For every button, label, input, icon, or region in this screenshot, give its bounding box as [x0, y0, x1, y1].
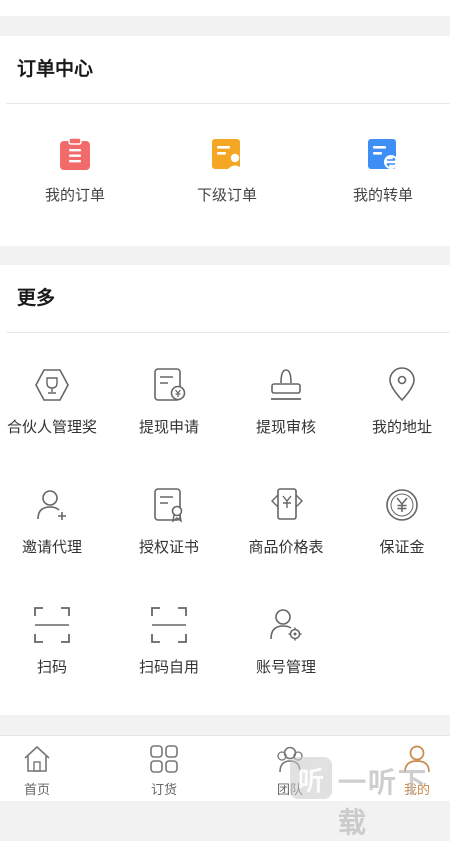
tab-home-label: 首页 — [23, 783, 50, 798]
watermark-logo-char: 听 — [297, 767, 324, 797]
divider — [6, 332, 450, 333]
tab-home[interactable]: 首页 — [1, 744, 73, 798]
top-card — [0, 0, 450, 16]
my-transfers-button[interactable]: 我的转单 — [308, 136, 450, 205]
more-title: 更多 — [17, 287, 56, 309]
scan-icon — [34, 607, 70, 643]
certificate-icon — [154, 488, 183, 523]
scan-label: 扫码 — [36, 658, 67, 676]
my-transfers-label: 我的转单 — [352, 186, 413, 204]
divider — [6, 103, 450, 104]
withdraw-request-label: 提现申请 — [138, 418, 199, 436]
scan-button[interactable]: 扫码 — [0, 605, 108, 677]
auth-certificate-label: 授权证书 — [138, 538, 199, 556]
my-orders-button[interactable]: 我的订单 — [0, 136, 150, 205]
price-list-button[interactable]: 商品价格表 — [230, 485, 342, 557]
grid-icon — [150, 745, 178, 773]
sub-orders-label: 下级订单 — [196, 186, 257, 204]
my-address-label: 我的地址 — [371, 418, 432, 436]
price-list-label: 商品价格表 — [248, 538, 324, 556]
watermark: 听 一听下载 — [290, 757, 450, 839]
home-icon — [24, 745, 50, 772]
order-center-title: 订单中心 — [17, 58, 94, 80]
clipboard-icon — [60, 137, 90, 170]
account-management-button[interactable]: 账号管理 — [230, 605, 342, 677]
scan-self-use-label: 扫码自用 — [138, 658, 199, 676]
add-user-icon — [37, 490, 66, 520]
partner-bonus-label: 合伙人管理奖 — [6, 418, 97, 436]
invite-agent-button[interactable]: 邀请代理 — [0, 485, 108, 557]
scan-self-use-button[interactable]: 扫码自用 — [113, 605, 225, 677]
account-settings-icon — [270, 609, 302, 641]
tab-order-goods-label: 订货 — [150, 783, 177, 798]
watermark-text: 一听下载 — [338, 766, 429, 839]
withdraw-review-button[interactable]: 提现审核 — [230, 365, 342, 437]
deposit-label: 保证金 — [379, 538, 425, 556]
my-orders-label: 我的订单 — [44, 186, 105, 204]
withdraw-review-label: 提现审核 — [255, 418, 316, 436]
scan-self-icon — [151, 607, 187, 643]
account-management-label: 账号管理 — [255, 658, 316, 676]
transfer-document-icon — [368, 139, 398, 169]
trophy-icon — [35, 369, 69, 401]
invite-agent-label: 邀请代理 — [21, 538, 82, 556]
stamp-icon — [271, 369, 301, 400]
auth-certificate-button[interactable]: 授权证书 — [113, 485, 225, 557]
tab-order-goods[interactable]: 订货 — [128, 744, 200, 798]
withdraw-request-icon — [154, 368, 186, 401]
price-list-icon — [271, 488, 303, 520]
deposit-coin-icon — [386, 489, 418, 521]
sub-orders-button[interactable]: 下级订单 — [152, 136, 302, 205]
deposit-button[interactable]: 保证金 — [346, 485, 450, 557]
order-center-card: 订单中心 我的订单 下级订单 我的转单 — [0, 36, 450, 246]
user-document-icon — [212, 139, 243, 170]
my-address-button[interactable]: 我的地址 — [346, 365, 450, 437]
more-card: 更多 合伙人管理奖 提现申请 提现审核 我的地址 邀请代理 授权证书 商品价格表… — [0, 265, 450, 715]
location-pin-icon — [389, 367, 415, 402]
withdraw-request-button[interactable]: 提现申请 — [113, 365, 225, 437]
partner-bonus-button[interactable]: 合伙人管理奖 — [0, 365, 108, 437]
